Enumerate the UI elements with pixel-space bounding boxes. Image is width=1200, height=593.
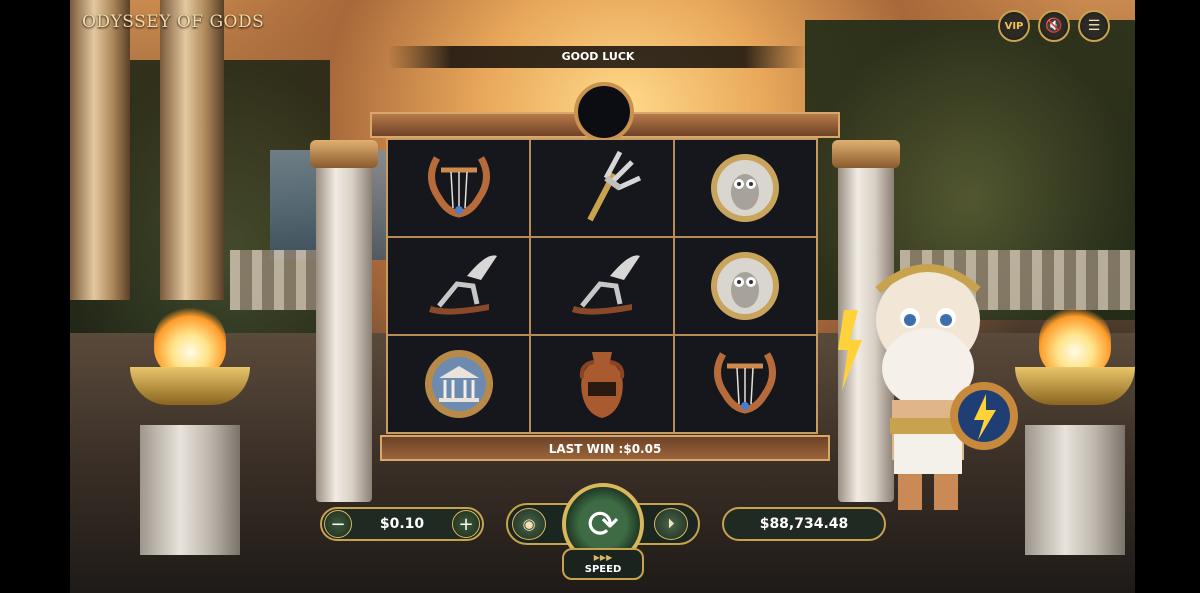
reel-cell	[388, 140, 530, 236]
trident-icon	[587, 150, 642, 222]
reel-cell	[674, 336, 816, 432]
increase-bet-button[interactable]: +	[451, 510, 480, 538]
pillar-capital-right	[832, 140, 900, 168]
owl-coin-icon	[711, 252, 780, 320]
owl-coin-icon	[711, 154, 780, 222]
vip-button[interactable]: VIP	[998, 10, 1030, 42]
torch-bowl	[130, 367, 250, 405]
reel-cell	[388, 238, 530, 334]
speed-label: SPEED	[584, 564, 622, 575]
spin-icon: ⟳	[587, 502, 619, 546]
autoplay-button[interactable]: ⏵	[654, 508, 688, 540]
top-button-group: VIP 🔇 ☰	[998, 10, 1110, 42]
coin-stack-button[interactable]: ◉	[512, 508, 546, 540]
reel-cell	[531, 238, 673, 334]
balustrade-left	[230, 250, 320, 310]
last-win-label: LAST WIN :$0.05	[548, 442, 662, 456]
balance-display: $88,734.48	[722, 507, 886, 541]
zeus-character	[838, 264, 1018, 510]
background-column	[160, 0, 224, 300]
reel-cell	[674, 238, 816, 334]
pillar-capital-left	[310, 140, 378, 168]
background-column	[70, 0, 130, 300]
coin-stack-icon: ◉	[522, 515, 536, 533]
torch-pedestal	[1025, 425, 1125, 555]
lyre-icon	[427, 156, 490, 218]
speed-button[interactable]: ▶▶▶ SPEED	[562, 548, 644, 580]
vip-icon: VIP	[1004, 20, 1024, 32]
bet-control: − $0.10 +	[320, 507, 484, 541]
speed-arrows-icon: ▶▶▶	[593, 553, 613, 562]
reel-cell	[674, 140, 816, 236]
frame-left-pillar	[316, 142, 372, 502]
bet-value: $0.10	[379, 516, 425, 532]
message-banner: GOOD LUCK	[388, 46, 808, 68]
torch-right	[1015, 305, 1135, 555]
sound-toggle-button[interactable]: 🔇	[1038, 10, 1070, 42]
frame-medallion	[574, 82, 634, 142]
torch-pedestal	[140, 425, 240, 555]
torch-left	[130, 305, 250, 555]
reel-cell	[388, 336, 530, 432]
lyre-icon	[714, 352, 777, 414]
reel-grid	[386, 138, 818, 434]
reel-cell	[531, 336, 673, 432]
winged-sandal-icon	[428, 255, 497, 315]
reel-cell	[531, 140, 673, 236]
autoplay-icon: ⏵	[667, 516, 675, 532]
amphora-icon	[579, 352, 625, 418]
menu-button[interactable]: ☰	[1078, 10, 1110, 42]
temple-coin-icon	[424, 350, 493, 418]
menu-icon: ☰	[1087, 18, 1101, 34]
sound-muted-icon: 🔇	[1045, 18, 1063, 34]
decrease-bet-button[interactable]: −	[324, 510, 352, 538]
game-logo: ODYSSEY OF GODS	[82, 12, 265, 32]
winged-sandal-icon	[571, 255, 640, 315]
torch-bowl	[1015, 367, 1135, 405]
